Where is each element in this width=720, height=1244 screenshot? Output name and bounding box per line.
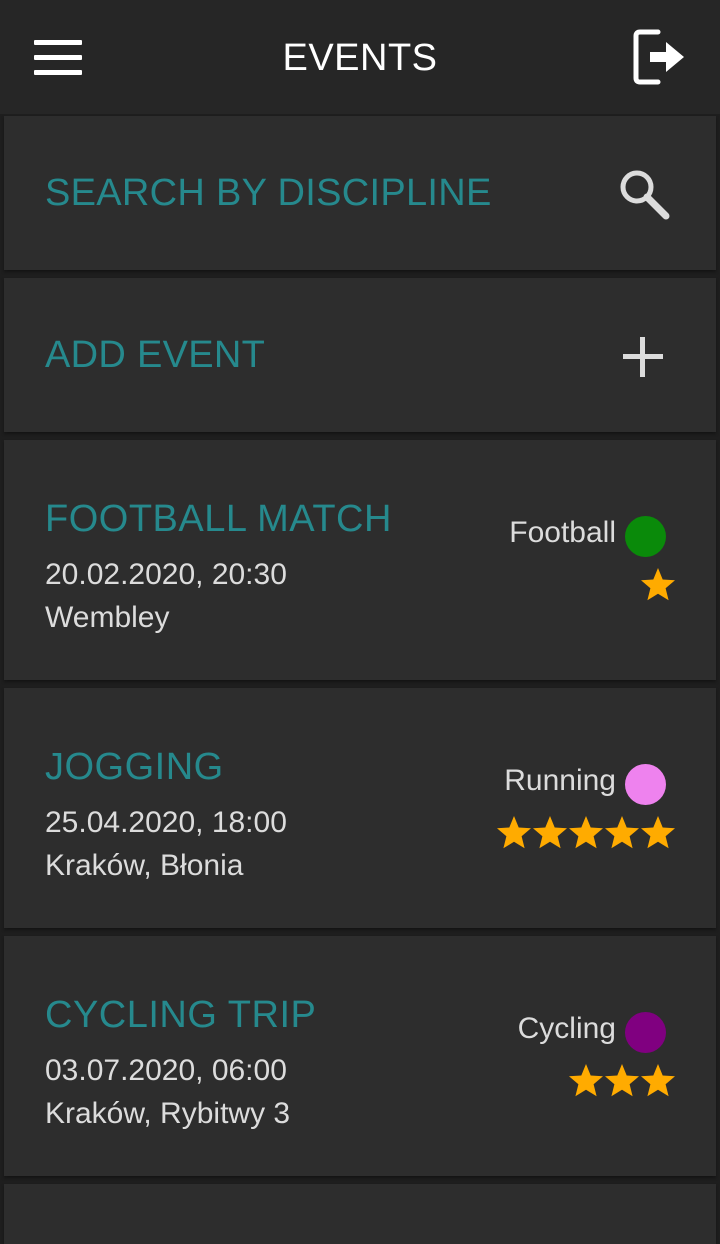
event-card[interactable]: CYCLING TRIP 03.07.2020, 06:00 Kraków, R… — [4, 936, 716, 1176]
menu-line — [34, 70, 82, 75]
event-card[interactable]: FOOTBALL MATCH 20.02.2020, 20:30 Wembley… — [4, 440, 716, 680]
event-location: Wembley — [45, 601, 170, 634]
search-by-discipline-button[interactable]: SEARCH BY DISCIPLINE — [4, 116, 716, 270]
event-title: JOGGING — [45, 746, 224, 788]
event-rating-stars — [568, 1062, 676, 1102]
star-icon — [641, 1064, 675, 1097]
event-rating-stars — [496, 814, 676, 854]
hamburger-menu-icon[interactable] — [34, 38, 82, 76]
star-icon — [641, 568, 675, 601]
event-datetime: 03.07.2020, 06:00 — [45, 1054, 287, 1087]
event-discipline: Running — [504, 764, 616, 797]
event-title: FOOTBALL MATCH — [45, 498, 392, 540]
event-location: Kraków, Rybitwy 3 — [45, 1097, 291, 1130]
search-by-discipline-label: SEARCH BY DISCIPLINE — [45, 172, 492, 214]
menu-line — [34, 55, 82, 60]
menu-line — [34, 40, 82, 45]
event-location: Kraków, Błonia — [45, 849, 244, 882]
event-rating-stars — [640, 566, 676, 606]
event-card-partial[interactable] — [4, 1184, 716, 1244]
page-title: EVENTS — [282, 37, 438, 79]
app-bar: EVENTS — [0, 0, 720, 114]
star-icon — [569, 816, 603, 849]
event-title: CYCLING TRIP — [45, 994, 317, 1036]
add-event-button[interactable]: ADD EVENT — [4, 278, 716, 432]
discipline-color-dot — [625, 764, 666, 805]
event-card[interactable]: JOGGING 25.04.2020, 18:00 Kraków, Błonia… — [4, 688, 716, 928]
add-event-label: ADD EVENT — [45, 334, 266, 376]
star-icon — [569, 1064, 603, 1097]
discipline-color-dot — [625, 516, 666, 557]
star-icon — [641, 816, 675, 849]
star-icon — [533, 816, 567, 849]
search-icon — [616, 166, 672, 222]
discipline-color-dot — [625, 1012, 666, 1053]
logout-icon[interactable] — [630, 26, 686, 88]
event-discipline: Cycling — [517, 1012, 616, 1045]
plus-icon — [620, 334, 666, 380]
star-icon — [605, 816, 639, 849]
star-icon — [497, 816, 531, 849]
star-icon — [605, 1064, 639, 1097]
event-datetime: 25.04.2020, 18:00 — [45, 806, 287, 839]
event-datetime: 20.02.2020, 20:30 — [45, 558, 287, 591]
event-discipline: Football — [509, 516, 616, 549]
